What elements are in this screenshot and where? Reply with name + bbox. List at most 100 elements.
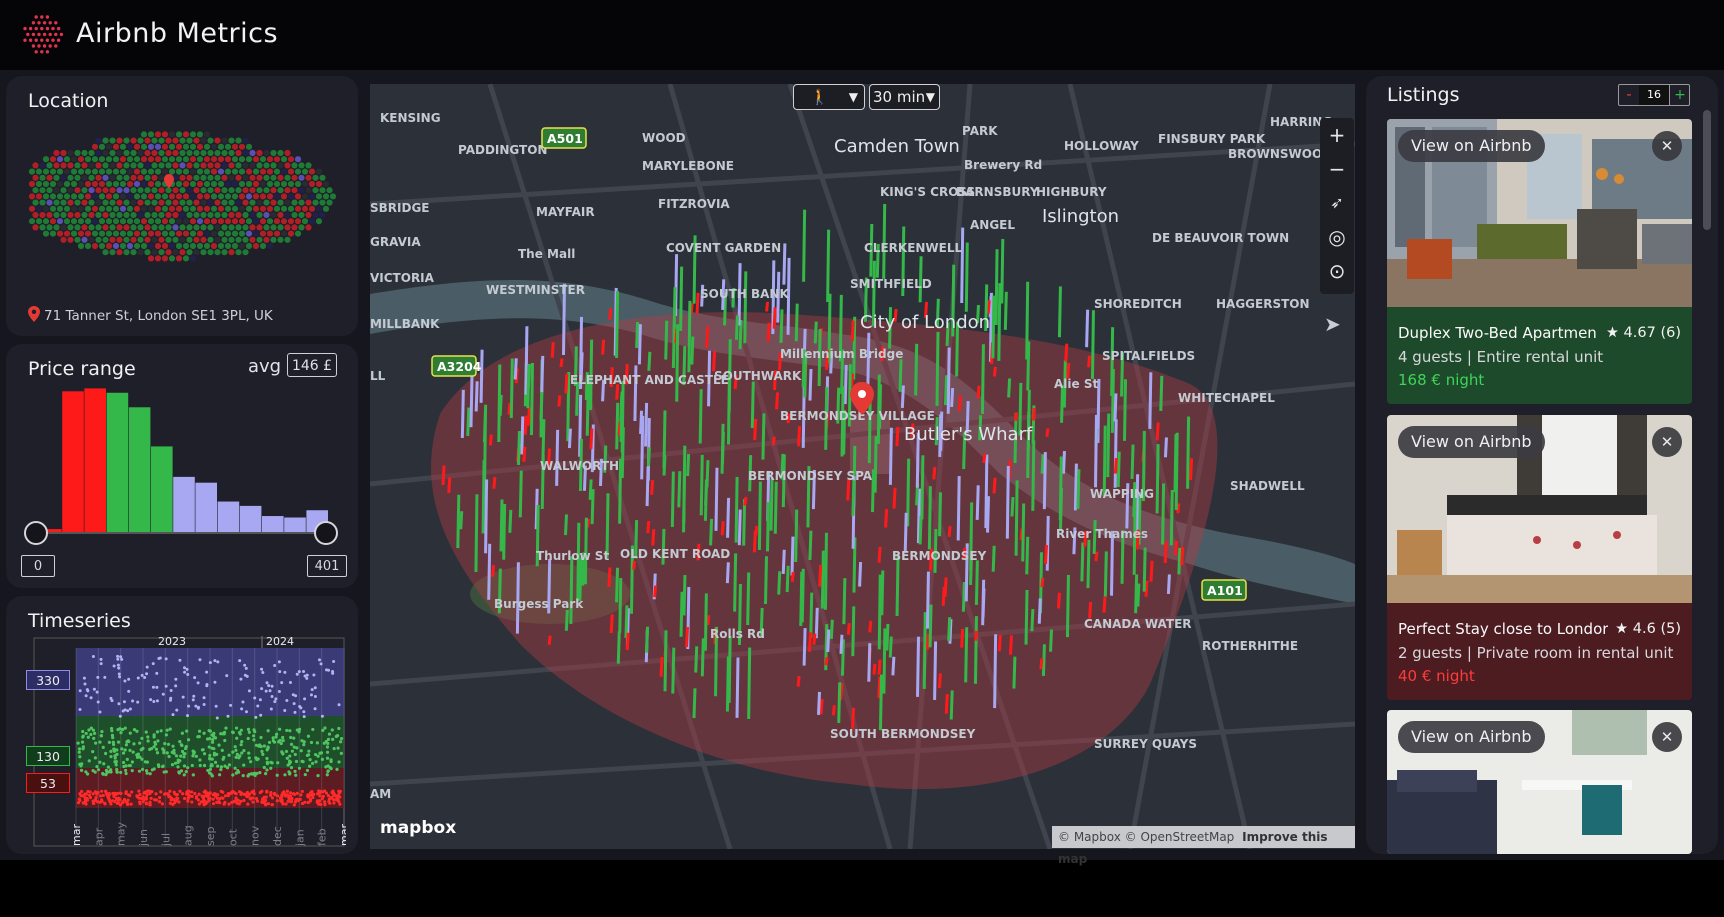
hex-cell	[235, 236, 242, 243]
price-spike	[523, 415, 528, 435]
price-point	[297, 766, 302, 770]
hex-cell	[245, 143, 253, 150]
price-spike	[734, 476, 739, 543]
price-min-handle[interactable]	[24, 521, 48, 545]
map-view[interactable]: KENSING PADDINGTON WOOD Camden Town PARK HOLL…	[370, 84, 1355, 849]
price-spike	[441, 465, 446, 486]
hex-cell	[42, 193, 50, 200]
geolocate-icon[interactable]: ◎	[1320, 220, 1354, 254]
zoom-out-button[interactable]: −	[1320, 152, 1354, 186]
hex-cell	[95, 137, 102, 144]
hex-cell	[91, 242, 99, 250]
hex-cell	[112, 180, 120, 188]
price-point	[235, 752, 239, 756]
listing-card[interactable]: View on Airbnb ✕ Perfect Stay close to L…	[1387, 415, 1692, 700]
price-point	[207, 728, 211, 733]
price-spike	[868, 620, 873, 633]
price-spike	[484, 479, 489, 554]
hex-cell	[126, 168, 134, 175]
hex-cell	[172, 187, 179, 194]
price-spike	[964, 627, 969, 683]
map-label: Camden Town	[834, 136, 960, 157]
close-icon[interactable]: ✕	[1652, 427, 1682, 457]
price-min-value[interactable]: 0	[21, 555, 55, 577]
map-canvas[interactable]: KENSINGPADDINGTONWOOD Camden TownPARKHOLL…	[370, 84, 1355, 849]
hex-cell	[193, 236, 200, 243]
hex-cell	[112, 230, 120, 237]
price-max-handle[interactable]	[314, 521, 338, 545]
hex-cell	[102, 149, 109, 157]
price-point	[137, 789, 141, 793]
histogram-bar	[84, 388, 106, 532]
listings-scrollbar[interactable]	[1703, 110, 1711, 230]
price-spike	[1149, 560, 1154, 582]
map-label: BERMONDSEY	[892, 549, 987, 563]
hex-cell	[287, 193, 295, 200]
price-spike	[1113, 457, 1118, 474]
hex-cell	[242, 236, 249, 243]
hex-cell	[137, 174, 144, 181]
price-point	[219, 789, 223, 793]
price-point	[100, 729, 104, 734]
hex-cell	[109, 199, 116, 206]
price-point	[101, 771, 105, 776]
hex-cell	[179, 137, 186, 144]
price-point	[248, 796, 252, 800]
price-slider-track[interactable]	[36, 532, 332, 534]
price-point	[325, 745, 330, 749]
price-spike	[482, 410, 487, 443]
map-label: SOUTH BERMONDSEY	[830, 727, 976, 741]
close-icon[interactable]: ✕	[1652, 722, 1682, 752]
price-spike	[757, 481, 762, 551]
close-icon[interactable]: ✕	[1652, 131, 1682, 161]
price-point	[112, 664, 116, 668]
view-on-airbnb-button[interactable]: View on Airbnb	[1398, 426, 1545, 458]
logo-dot	[23, 26, 27, 31]
price-spike	[607, 567, 612, 588]
travel-time-select[interactable]: 30 min ▼	[869, 84, 940, 110]
increment-button[interactable]: +	[1669, 85, 1690, 105]
decrement-button[interactable]: -	[1619, 85, 1640, 105]
map-label: WHITECHAPEL	[1178, 391, 1275, 405]
logo-dot	[34, 26, 38, 31]
price-point	[286, 799, 290, 803]
price-point	[137, 796, 141, 800]
hex-cell	[53, 149, 60, 157]
price-point	[231, 773, 235, 777]
travel-mode-select[interactable]: 🚶 ▼	[793, 84, 865, 110]
map-label: HOLLOWAY	[1064, 139, 1139, 153]
hex-cell	[151, 211, 158, 219]
view-on-airbnb-button[interactable]: View on Airbnb	[1398, 130, 1545, 162]
pitch-toggle-icon[interactable]: ⊙	[1320, 254, 1354, 288]
hex-cell	[193, 224, 200, 231]
zoom-in-button[interactable]: +	[1320, 118, 1354, 152]
hex-cell	[228, 187, 235, 194]
listing-card[interactable]: View on Airbnb ✕	[1387, 710, 1692, 854]
compass-icon[interactable]: ➶	[1320, 186, 1354, 220]
view-on-airbnb-button[interactable]: View on Airbnb	[1398, 721, 1545, 753]
map-label: WESTMINSTER	[486, 283, 585, 297]
price-point	[274, 735, 278, 739]
hex-cell	[259, 180, 267, 188]
hex-cell	[238, 180, 246, 188]
timeseries-chart[interactable]: mar apr may jun jul aug sep oct nov dec jan feb mar2…	[26, 634, 346, 850]
price-max-value[interactable]: 401	[307, 555, 347, 577]
price-point	[227, 763, 232, 767]
price-point	[159, 790, 163, 794]
navigate-arrow-icon[interactable]: ➤	[1324, 312, 1341, 336]
price-point	[155, 685, 159, 689]
hex-cell	[249, 187, 256, 194]
listing-card[interactable]: View on Airbnb ✕ Duplex Two-Bed Apartmen…	[1387, 119, 1692, 404]
price-point	[179, 754, 183, 758]
month-tick-label: nov	[249, 825, 262, 846]
price-point	[124, 743, 129, 747]
price-spike	[615, 402, 620, 450]
price-spike	[824, 656, 829, 666]
location-hex-map[interactable]	[24, 116, 340, 296]
price-spike	[1049, 629, 1054, 652]
listing-count-stepper[interactable]: - 16 +	[1618, 84, 1690, 106]
attribution-text[interactable]: © Mapbox © OpenStreetMap	[1058, 830, 1234, 844]
price-point	[198, 658, 202, 662]
hex-cell	[189, 255, 197, 262]
price-point	[118, 803, 123, 807]
